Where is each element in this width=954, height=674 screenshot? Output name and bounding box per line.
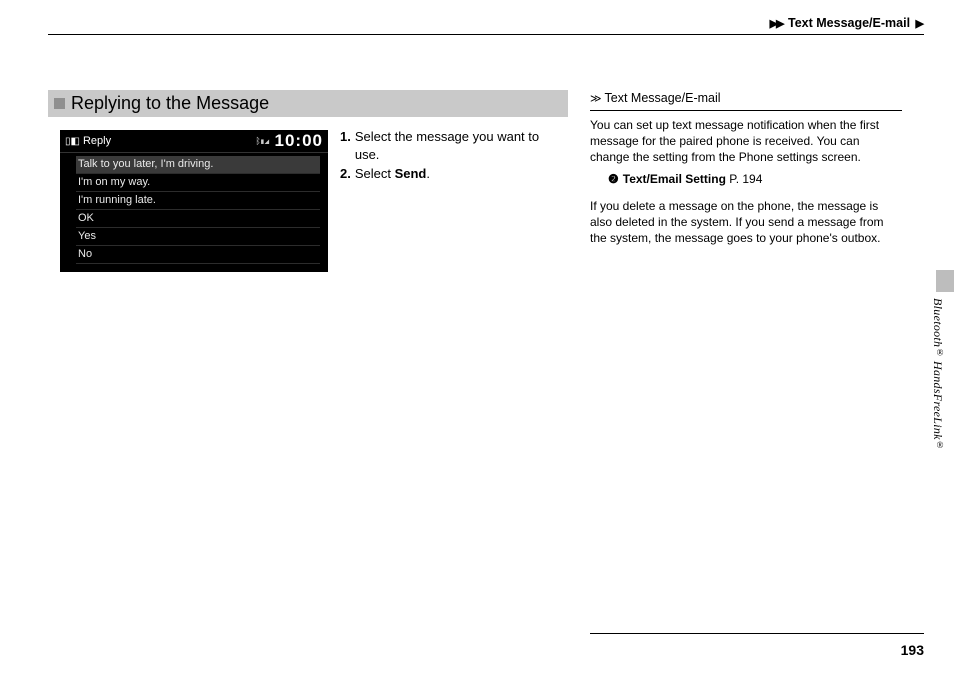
step-text: Select the message you want to use. bbox=[355, 128, 560, 163]
reply-option[interactable]: OK bbox=[76, 210, 320, 228]
link-icon: ❷ bbox=[608, 172, 619, 186]
sidebar-heading: ≫Text Message/E-mail bbox=[590, 90, 902, 111]
header-breadcrumb: ▶▶ Text Message/E-mail ▶ bbox=[48, 12, 924, 35]
sidebar-paragraph: If you delete a message on the phone, th… bbox=[590, 198, 902, 247]
reply-option[interactable]: I'm running late. bbox=[76, 192, 320, 210]
breadcrumb-arrow-icon: ▶▶ bbox=[770, 18, 783, 30]
instruction-list: 1. Select the message you want to use. 2… bbox=[340, 128, 560, 185]
registered-icon: ® bbox=[935, 347, 945, 357]
section-square-icon bbox=[54, 98, 65, 109]
page-number: 193 bbox=[901, 642, 924, 658]
crossref-label: Text/Email Setting bbox=[623, 172, 726, 186]
phone-icon: ▯◧ bbox=[65, 136, 80, 147]
thumb-tab bbox=[936, 270, 954, 292]
registered-icon: ® bbox=[935, 440, 945, 450]
spine-label: Bluetooth® HandsFreeLink® bbox=[930, 298, 945, 450]
screenshot-status-bar: ▯◧ Reply ᛒ▮◢ 10:00 bbox=[60, 130, 328, 153]
ref-arrow-icon: ≫ bbox=[590, 93, 602, 105]
screenshot-clock: 10:00 bbox=[275, 131, 323, 151]
sidebar-crossref: ❷ Text/Email Setting P. 194 bbox=[608, 171, 902, 187]
device-screenshot: ▯◧ Reply ᛒ▮◢ 10:00 Talk to you later, I'… bbox=[60, 130, 328, 272]
reply-option[interactable]: Talk to you later, I'm driving. bbox=[76, 156, 320, 174]
manual-page: ▶▶ Text Message/E-mail ▶ Replying to the… bbox=[0, 0, 954, 674]
bluetooth-signal-icon: ᛒ▮◢ bbox=[255, 136, 268, 146]
reply-option[interactable]: Yes bbox=[76, 228, 320, 246]
instruction-step: 2. Select Send. bbox=[340, 165, 560, 183]
sidebar-paragraph: You can set up text message notification… bbox=[590, 117, 902, 166]
step-number: 2. bbox=[340, 165, 351, 183]
section-heading: Replying to the Message bbox=[48, 90, 568, 117]
breadcrumb-text: Text Message/E-mail bbox=[788, 16, 910, 30]
reply-option[interactable]: I'm on my way. bbox=[76, 174, 320, 192]
section-title: Replying to the Message bbox=[71, 93, 269, 113]
instruction-step: 1. Select the message you want to use. bbox=[340, 128, 560, 163]
send-label: Send bbox=[395, 166, 427, 181]
step-text: Select Send. bbox=[355, 165, 430, 183]
footer-rule bbox=[590, 633, 924, 634]
sidebar-note: ≫Text Message/E-mail You can set up text… bbox=[590, 90, 902, 246]
crossref-page: P. 194 bbox=[729, 172, 762, 186]
step-number: 1. bbox=[340, 128, 351, 163]
reply-options-list: Talk to you later, I'm driving. I'm on m… bbox=[60, 153, 328, 264]
screenshot-title: Reply bbox=[83, 135, 111, 147]
reply-option[interactable]: No bbox=[76, 246, 320, 264]
breadcrumb-tail-arrow-icon: ▶ bbox=[916, 18, 924, 30]
